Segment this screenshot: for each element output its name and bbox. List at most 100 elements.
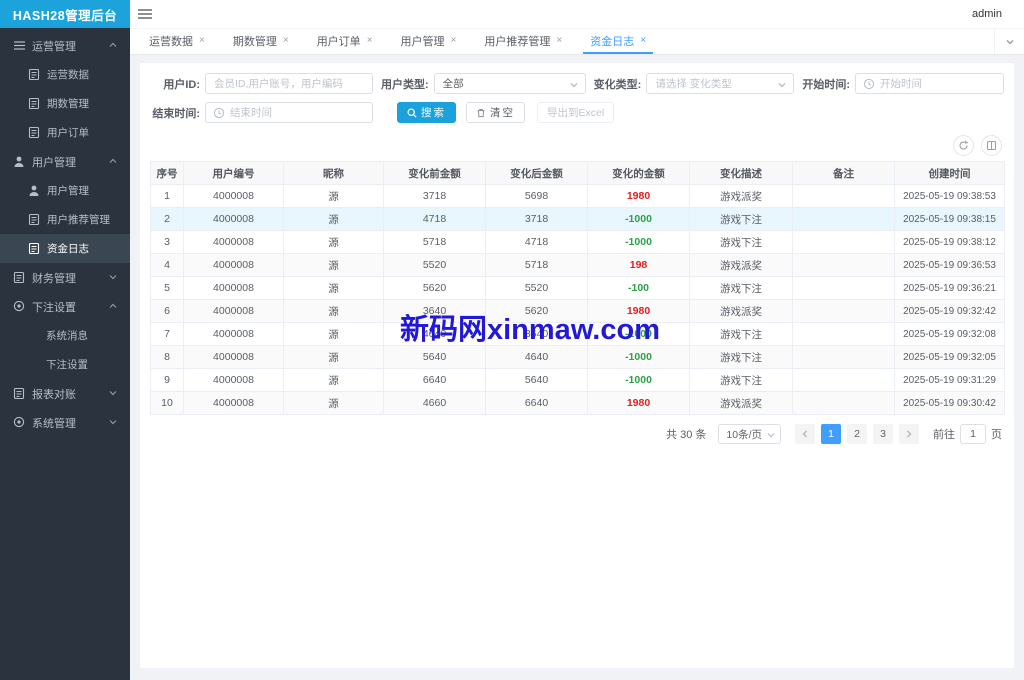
sidebar-item-label: 系统消息 bbox=[46, 328, 88, 343]
cell-amount-before: 5640 bbox=[384, 346, 486, 369]
tab-close-icon[interactable]: × bbox=[556, 35, 562, 46]
column-header-0: 序号 bbox=[151, 162, 184, 185]
tab-label: 用户管理 bbox=[401, 33, 445, 49]
tab-4[interactable]: 用户推荐管理× bbox=[477, 29, 569, 54]
cell-change-desc: 游戏下注 bbox=[690, 231, 793, 254]
change-type-select[interactable]: 请选择 变化类型 bbox=[646, 73, 794, 94]
cell-user-id: 4000008 bbox=[184, 277, 284, 300]
tab-overflow-button[interactable] bbox=[994, 29, 1024, 54]
tab-5[interactable]: 资金日志× bbox=[583, 29, 653, 54]
tab-close-icon[interactable]: × bbox=[451, 35, 457, 46]
trash-icon bbox=[476, 108, 486, 118]
cell-user-id: 4000008 bbox=[184, 346, 284, 369]
tab-close-icon[interactable]: × bbox=[367, 35, 373, 46]
cell-note bbox=[793, 346, 895, 369]
sidebar-item-5[interactable]: 用户管理 bbox=[0, 176, 130, 205]
cell-note bbox=[793, 277, 895, 300]
table-row[interactable]: 84000008源56404640-1000游戏下注2025-05-19 09:… bbox=[151, 346, 1005, 369]
sidebar-item-13[interactable]: 系统管理 bbox=[0, 408, 130, 437]
cell-user-id: 4000008 bbox=[184, 392, 284, 415]
end-time-input[interactable] bbox=[206, 103, 372, 122]
doc-icon bbox=[28, 242, 41, 255]
prev-page-button[interactable] bbox=[795, 424, 815, 444]
cell-note bbox=[793, 231, 895, 254]
content-card: 用户ID: 用户类型: 全部 变化类型: 请选择 变化类型 bbox=[140, 63, 1014, 668]
sidebar-item-3[interactable]: 用户订单 bbox=[0, 118, 130, 147]
goto-label: 前往 bbox=[933, 426, 955, 442]
refresh-button[interactable] bbox=[953, 135, 974, 156]
chevron-up-icon bbox=[108, 40, 118, 50]
table-row[interactable]: 94000008源66405640-1000游戏下注2025-05-19 09:… bbox=[151, 369, 1005, 392]
cell-amount-after: 6640 bbox=[486, 392, 588, 415]
table-row[interactable]: 54000008源56205520-100游戏下注2025-05-19 09:3… bbox=[151, 277, 1005, 300]
collapse-menu-button[interactable] bbox=[130, 0, 160, 28]
table-row[interactable]: 104000008源466066401980游戏派奖2025-05-19 09:… bbox=[151, 392, 1005, 415]
chevron-down-icon bbox=[766, 430, 776, 440]
cell-nickname: 源 bbox=[284, 392, 384, 415]
clear-button[interactable]: 清空 bbox=[466, 102, 525, 123]
sidebar-item-10[interactable]: 系统消息 bbox=[0, 321, 130, 350]
page-button-2[interactable]: 2 bbox=[847, 424, 867, 444]
page-size-select[interactable]: 10条/页 bbox=[718, 424, 781, 444]
sidebar-item-1[interactable]: 运营数据 bbox=[0, 60, 130, 89]
sidebar-item-6[interactable]: 用户推荐管理 bbox=[0, 205, 130, 234]
cell-nickname: 源 bbox=[284, 369, 384, 392]
cell-nickname: 源 bbox=[284, 277, 384, 300]
filter-row-1: 用户ID: 用户类型: 全部 变化类型: 请选择 变化类型 bbox=[150, 73, 1004, 94]
tab-2[interactable]: 用户订单× bbox=[310, 29, 380, 54]
goto-input[interactable] bbox=[960, 424, 986, 444]
cell-user-id: 4000008 bbox=[184, 254, 284, 277]
next-page-button[interactable] bbox=[899, 424, 919, 444]
column-header-8: 创建时间 bbox=[895, 162, 1005, 185]
chevron-down-icon bbox=[569, 80, 579, 90]
table-row[interactable]: 44000008源55205718198游戏派奖2025-05-19 09:36… bbox=[151, 254, 1005, 277]
sidebar-item-12[interactable]: 报表对账 bbox=[0, 379, 130, 408]
tab-close-icon[interactable]: × bbox=[640, 35, 646, 46]
page-button-3[interactable]: 3 bbox=[873, 424, 893, 444]
app-logo: HASH28管理后台 bbox=[0, 0, 130, 28]
export-button-label: 导出到Excel bbox=[547, 105, 604, 120]
user-type-select[interactable]: 全部 bbox=[434, 73, 586, 94]
cell-amount-change: 1980 bbox=[588, 392, 690, 415]
page-size-value: 10条/页 bbox=[726, 427, 762, 442]
column-settings-button[interactable] bbox=[981, 135, 1002, 156]
user-type-label: 用户类型: bbox=[381, 76, 429, 92]
sidebar-item-7[interactable]: 资金日志 bbox=[0, 234, 130, 263]
user-id-input[interactable] bbox=[206, 74, 372, 93]
search-button[interactable]: 搜索 bbox=[397, 102, 456, 123]
start-time-input[interactable] bbox=[856, 74, 1003, 93]
page-button-1[interactable]: 1 bbox=[821, 424, 841, 444]
tab-label: 期数管理 bbox=[233, 33, 277, 49]
table-row[interactable]: 34000008源57184718-1000游戏下注2025-05-19 09:… bbox=[151, 231, 1005, 254]
sidebar-item-8[interactable]: 财务管理 bbox=[0, 263, 130, 292]
sidebar-item-2[interactable]: 期数管理 bbox=[0, 89, 130, 118]
goto-unit-label: 页 bbox=[991, 426, 1002, 442]
tab-0[interactable]: 运营数据 × bbox=[142, 29, 212, 54]
table-row[interactable]: 14000008源371856981980游戏派奖2025-05-19 09:3… bbox=[151, 185, 1005, 208]
cell-amount-before: 5718 bbox=[384, 231, 486, 254]
cell-seq: 4 bbox=[151, 254, 184, 277]
clear-button-label: 清空 bbox=[490, 105, 515, 120]
doc-icon bbox=[13, 271, 26, 284]
cell-change-desc: 游戏下注 bbox=[690, 369, 793, 392]
user-menu[interactable]: admin bbox=[972, 8, 1002, 20]
sidebar-item-label: 用户管理 bbox=[32, 154, 76, 170]
cell-change-desc: 游戏派奖 bbox=[690, 254, 793, 277]
tab-3[interactable]: 用户管理 × bbox=[394, 29, 464, 54]
export-excel-button[interactable]: 导出到Excel bbox=[537, 102, 614, 123]
tab-1[interactable]: 期数管理 × bbox=[226, 29, 296, 54]
sidebar-item-9[interactable]: 下注设置 bbox=[0, 292, 130, 321]
main-content: 用户ID: 用户类型: 全部 变化类型: 请选择 变化类型 bbox=[130, 56, 1024, 680]
tab-close-icon[interactable]: × bbox=[199, 35, 205, 46]
chevron-left-icon bbox=[801, 429, 809, 439]
sidebar-item-4[interactable]: 用户管理 bbox=[0, 147, 130, 176]
chevron-down-icon bbox=[777, 80, 787, 90]
tab-close-icon[interactable]: × bbox=[283, 35, 289, 46]
sidebar-item-0[interactable]: 运营管理 bbox=[0, 31, 130, 60]
cell-nickname: 源 bbox=[284, 346, 384, 369]
tab-label: 运营数据 bbox=[149, 33, 193, 49]
sidebar-item-11[interactable]: 下注设置 bbox=[0, 350, 130, 379]
table-body: 14000008源371856981980游戏派奖2025-05-19 09:3… bbox=[151, 185, 1005, 415]
column-header-3: 变化前金额 bbox=[384, 162, 486, 185]
table-row[interactable]: 24000008源47183718-1000游戏下注2025-05-19 09:… bbox=[151, 208, 1005, 231]
